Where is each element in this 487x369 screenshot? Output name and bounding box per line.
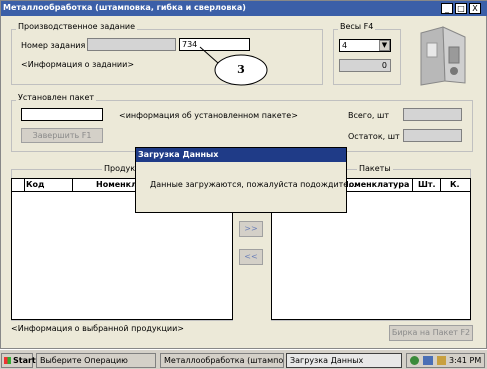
move-left-button[interactable]: << <box>239 249 263 265</box>
window-title: Металлообработка (штамповка, гибка и све… <box>3 3 246 12</box>
network-icon[interactable] <box>410 356 419 365</box>
taskbar-item-loading[interactable]: Загрузка Данных <box>286 353 402 368</box>
callout-number: 3 <box>237 63 245 76</box>
weight-value: 0 <box>339 59 391 72</box>
clock-icon <box>437 356 446 365</box>
system-tray: 3:41 PM <box>406 353 485 368</box>
task-number-label: Номер задания <box>21 41 86 50</box>
windows-logo-icon <box>4 357 11 364</box>
title-bar: Металлообработка (штамповка, гибка и све… <box>1 1 487 16</box>
dialog-title: Загрузка Данных <box>136 148 346 162</box>
package-label: Установлен пакет <box>16 93 97 102</box>
total-field <box>403 108 462 121</box>
remaining-label: Остаток, шт <box>348 132 400 141</box>
col-k[interactable]: К. <box>450 180 460 189</box>
tag-package-button[interactable]: Бирка на Пакет F2 <box>389 325 473 341</box>
clock-time: 3:41 PM <box>449 356 482 365</box>
taskbar: Start Выберите Операцию Металлообработка… <box>0 349 487 369</box>
remaining-field <box>403 129 462 142</box>
finish-button[interactable]: Завершить F1 <box>21 128 103 143</box>
scales-machine-icon <box>420 26 466 86</box>
keyboard-icon[interactable] <box>423 356 433 365</box>
close-button[interactable]: X <box>469 3 481 14</box>
total-label: Всего, шт <box>348 111 389 120</box>
scales-group <box>333 29 401 85</box>
start-button[interactable]: Start <box>1 353 36 368</box>
packages-label: Пакеты <box>357 164 393 173</box>
dialog-message: Данные загружаются, пожалуйста подождите… <box>150 180 356 189</box>
col-qty[interactable]: Шт. <box>418 180 436 189</box>
scales-label: Весы F4 <box>338 22 376 31</box>
taskbar-item-metalworking[interactable]: Металлообработка (штамповка, ... <box>160 353 284 368</box>
taskbar-item-select-operation[interactable]: Выберите Операцию <box>36 353 156 368</box>
col-code[interactable]: Код <box>26 180 45 189</box>
package-input[interactable] <box>21 108 103 121</box>
maximize-button[interactable]: □ <box>455 3 467 14</box>
chevron-down-icon[interactable]: ▼ <box>379 40 390 51</box>
selected-product-info: <Информация о выбранной продукции> <box>11 324 184 333</box>
move-right-button[interactable]: >> <box>239 221 263 237</box>
task-number-readonly-field <box>87 38 176 51</box>
loading-dialog: Загрузка Данных Данные загружаются, пожа… <box>135 147 356 213</box>
minimize-button[interactable]: _ <box>441 3 453 14</box>
production-task-label: Производственное задание <box>16 22 138 31</box>
task-info-text: <Информация о задании> <box>21 60 135 69</box>
package-info-text: <информация об установленном пакете> <box>119 111 298 120</box>
